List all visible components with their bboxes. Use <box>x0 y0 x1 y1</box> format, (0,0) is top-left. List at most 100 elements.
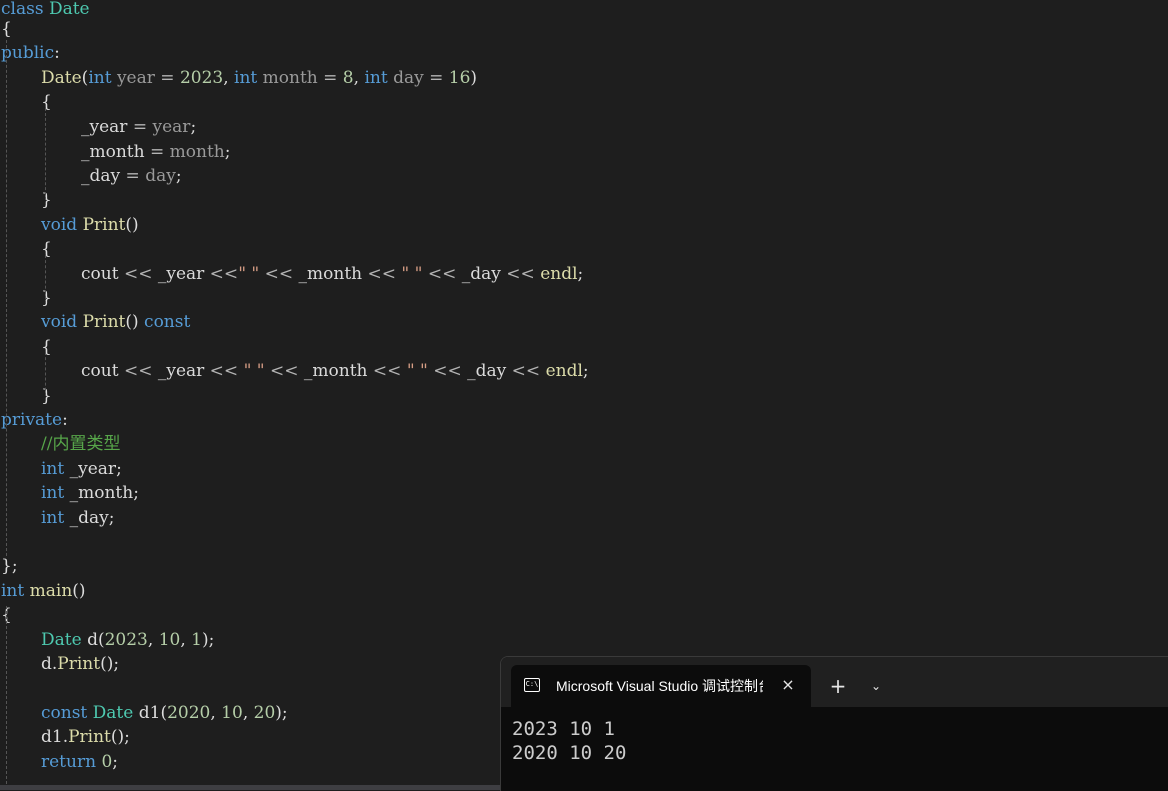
code-token: month <box>262 68 318 88</box>
code-token: (); <box>100 654 120 674</box>
code-token: int <box>41 483 65 503</box>
code-line: d1.Print(); <box>1 728 130 752</box>
code-token: int <box>234 68 258 88</box>
code-token: , <box>223 68 235 88</box>
code-line: void Print() <box>1 216 139 240</box>
console-tab-title: Microsoft Visual Studio 调试控制台 <box>556 678 763 694</box>
code-token: _day <box>81 166 121 186</box>
terminal-icon: C:\ <box>524 678 540 692</box>
horizontal-scrollbar[interactable] <box>0 785 500 790</box>
code-token: month <box>169 142 225 162</box>
code-line: //内置类型 <box>1 435 120 459</box>
code-token: = <box>423 68 449 88</box>
code-token: } <box>41 386 52 406</box>
code-token: { <box>41 337 52 357</box>
code-token: ; <box>224 142 231 162</box>
indent-guide <box>45 108 46 205</box>
code-token: , <box>210 703 222 723</box>
code-token: { <box>1 19 12 39</box>
code-token: _year <box>69 459 117 479</box>
code-token: Print <box>57 654 101 674</box>
code-token: 0 <box>101 752 113 772</box>
code-token: 2023 <box>179 68 224 88</box>
indent-guide <box>45 352 46 401</box>
code-token: = <box>127 117 153 137</box>
new-tab-button[interactable]: + <box>827 675 849 697</box>
code-line: const Date d1(2020, 10, 20); <box>1 704 288 728</box>
code-token: const <box>41 703 88 723</box>
code-token: ; <box>577 264 584 284</box>
code-token: () <box>72 581 86 601</box>
code-token: << <box>427 361 468 381</box>
code-token: endl <box>545 361 583 381</box>
code-token: day <box>393 68 424 88</box>
code-token: _day <box>461 264 501 284</box>
code-token: _day <box>467 361 507 381</box>
code-token: public <box>1 43 55 63</box>
code-token: class <box>1 0 44 19</box>
code-token: ; <box>112 752 119 772</box>
code-line: Date d(2023, 10, 1); <box>1 631 214 655</box>
code-token: int <box>41 508 65 528</box>
code-token: d1 <box>138 703 161 723</box>
code-token: d1 <box>41 727 63 747</box>
console-output-line: 2023 10 1 <box>512 718 615 740</box>
code-token: int <box>88 68 112 88</box>
code-token: _year <box>157 264 205 284</box>
indent-guide <box>45 255 46 304</box>
code-token: 8 <box>342 68 354 88</box>
indent-guide <box>6 606 7 784</box>
code-token: { <box>41 92 52 112</box>
code-token: void <box>41 215 78 235</box>
code-token: ; <box>133 483 139 503</box>
code-token: " " <box>401 264 423 284</box>
code-line: void Print() const <box>1 313 190 337</box>
code-token: " " <box>406 361 428 381</box>
code-token: { <box>41 239 52 259</box>
console-output-line: 2020 10 20 <box>512 742 627 764</box>
code-token: return <box>41 752 97 772</box>
code-line: cout << _year << " " << _month << " " <<… <box>1 362 589 386</box>
code-token: ; <box>190 117 197 137</box>
code-line: _month = month; <box>1 143 230 167</box>
code-line: int main() <box>1 582 86 606</box>
code-token: ); <box>201 630 215 650</box>
code-token: Print <box>68 727 111 747</box>
code-token: 10 <box>221 703 243 723</box>
code-token: Date <box>48 0 90 19</box>
code-line: int _month; <box>1 484 139 508</box>
code-token: endl <box>540 264 578 284</box>
code-token: << <box>500 264 541 284</box>
code-token: 10 <box>158 630 181 650</box>
code-token: : <box>62 410 68 430</box>
code-token: " " <box>243 361 265 381</box>
code-token: 1 <box>191 630 202 650</box>
code-token: main <box>29 581 73 601</box>
code-token: cout <box>81 264 119 284</box>
code-token: //内置类型 <box>41 434 121 454</box>
console-tab[interactable]: C:\ Microsoft Visual Studio 调试控制台 × <box>511 665 811 707</box>
code-token: private <box>1 410 63 430</box>
code-token: << <box>118 361 158 381</box>
code-token: int <box>1 581 25 601</box>
chevron-down-icon[interactable]: ⌄ <box>865 675 887 697</box>
code-line: private: <box>1 411 68 435</box>
code-token: year <box>152 117 191 137</box>
code-line: cout << _year <<" " << _month << " " << … <box>1 265 583 289</box>
code-token: d <box>41 654 52 674</box>
code-token: d <box>87 630 98 650</box>
code-token: ; <box>175 166 182 186</box>
code-token: } <box>41 190 52 210</box>
code-line: Date(int year = 2023, int month = 8, int… <box>1 69 477 93</box>
code-token: cout <box>81 361 119 381</box>
code-token: _month <box>81 142 145 162</box>
close-icon[interactable]: × <box>777 674 799 696</box>
code-token: ) <box>470 68 478 88</box>
code-line: }; <box>1 557 18 581</box>
code-token: }; <box>1 556 18 576</box>
console-titlebar: C:\ Microsoft Visual Studio 调试控制台 × + ⌄ <box>501 657 1168 707</box>
code-token: << <box>362 264 402 284</box>
code-token: () <box>125 215 139 235</box>
code-token: , <box>180 630 192 650</box>
code-token: 2020 <box>167 703 211 723</box>
